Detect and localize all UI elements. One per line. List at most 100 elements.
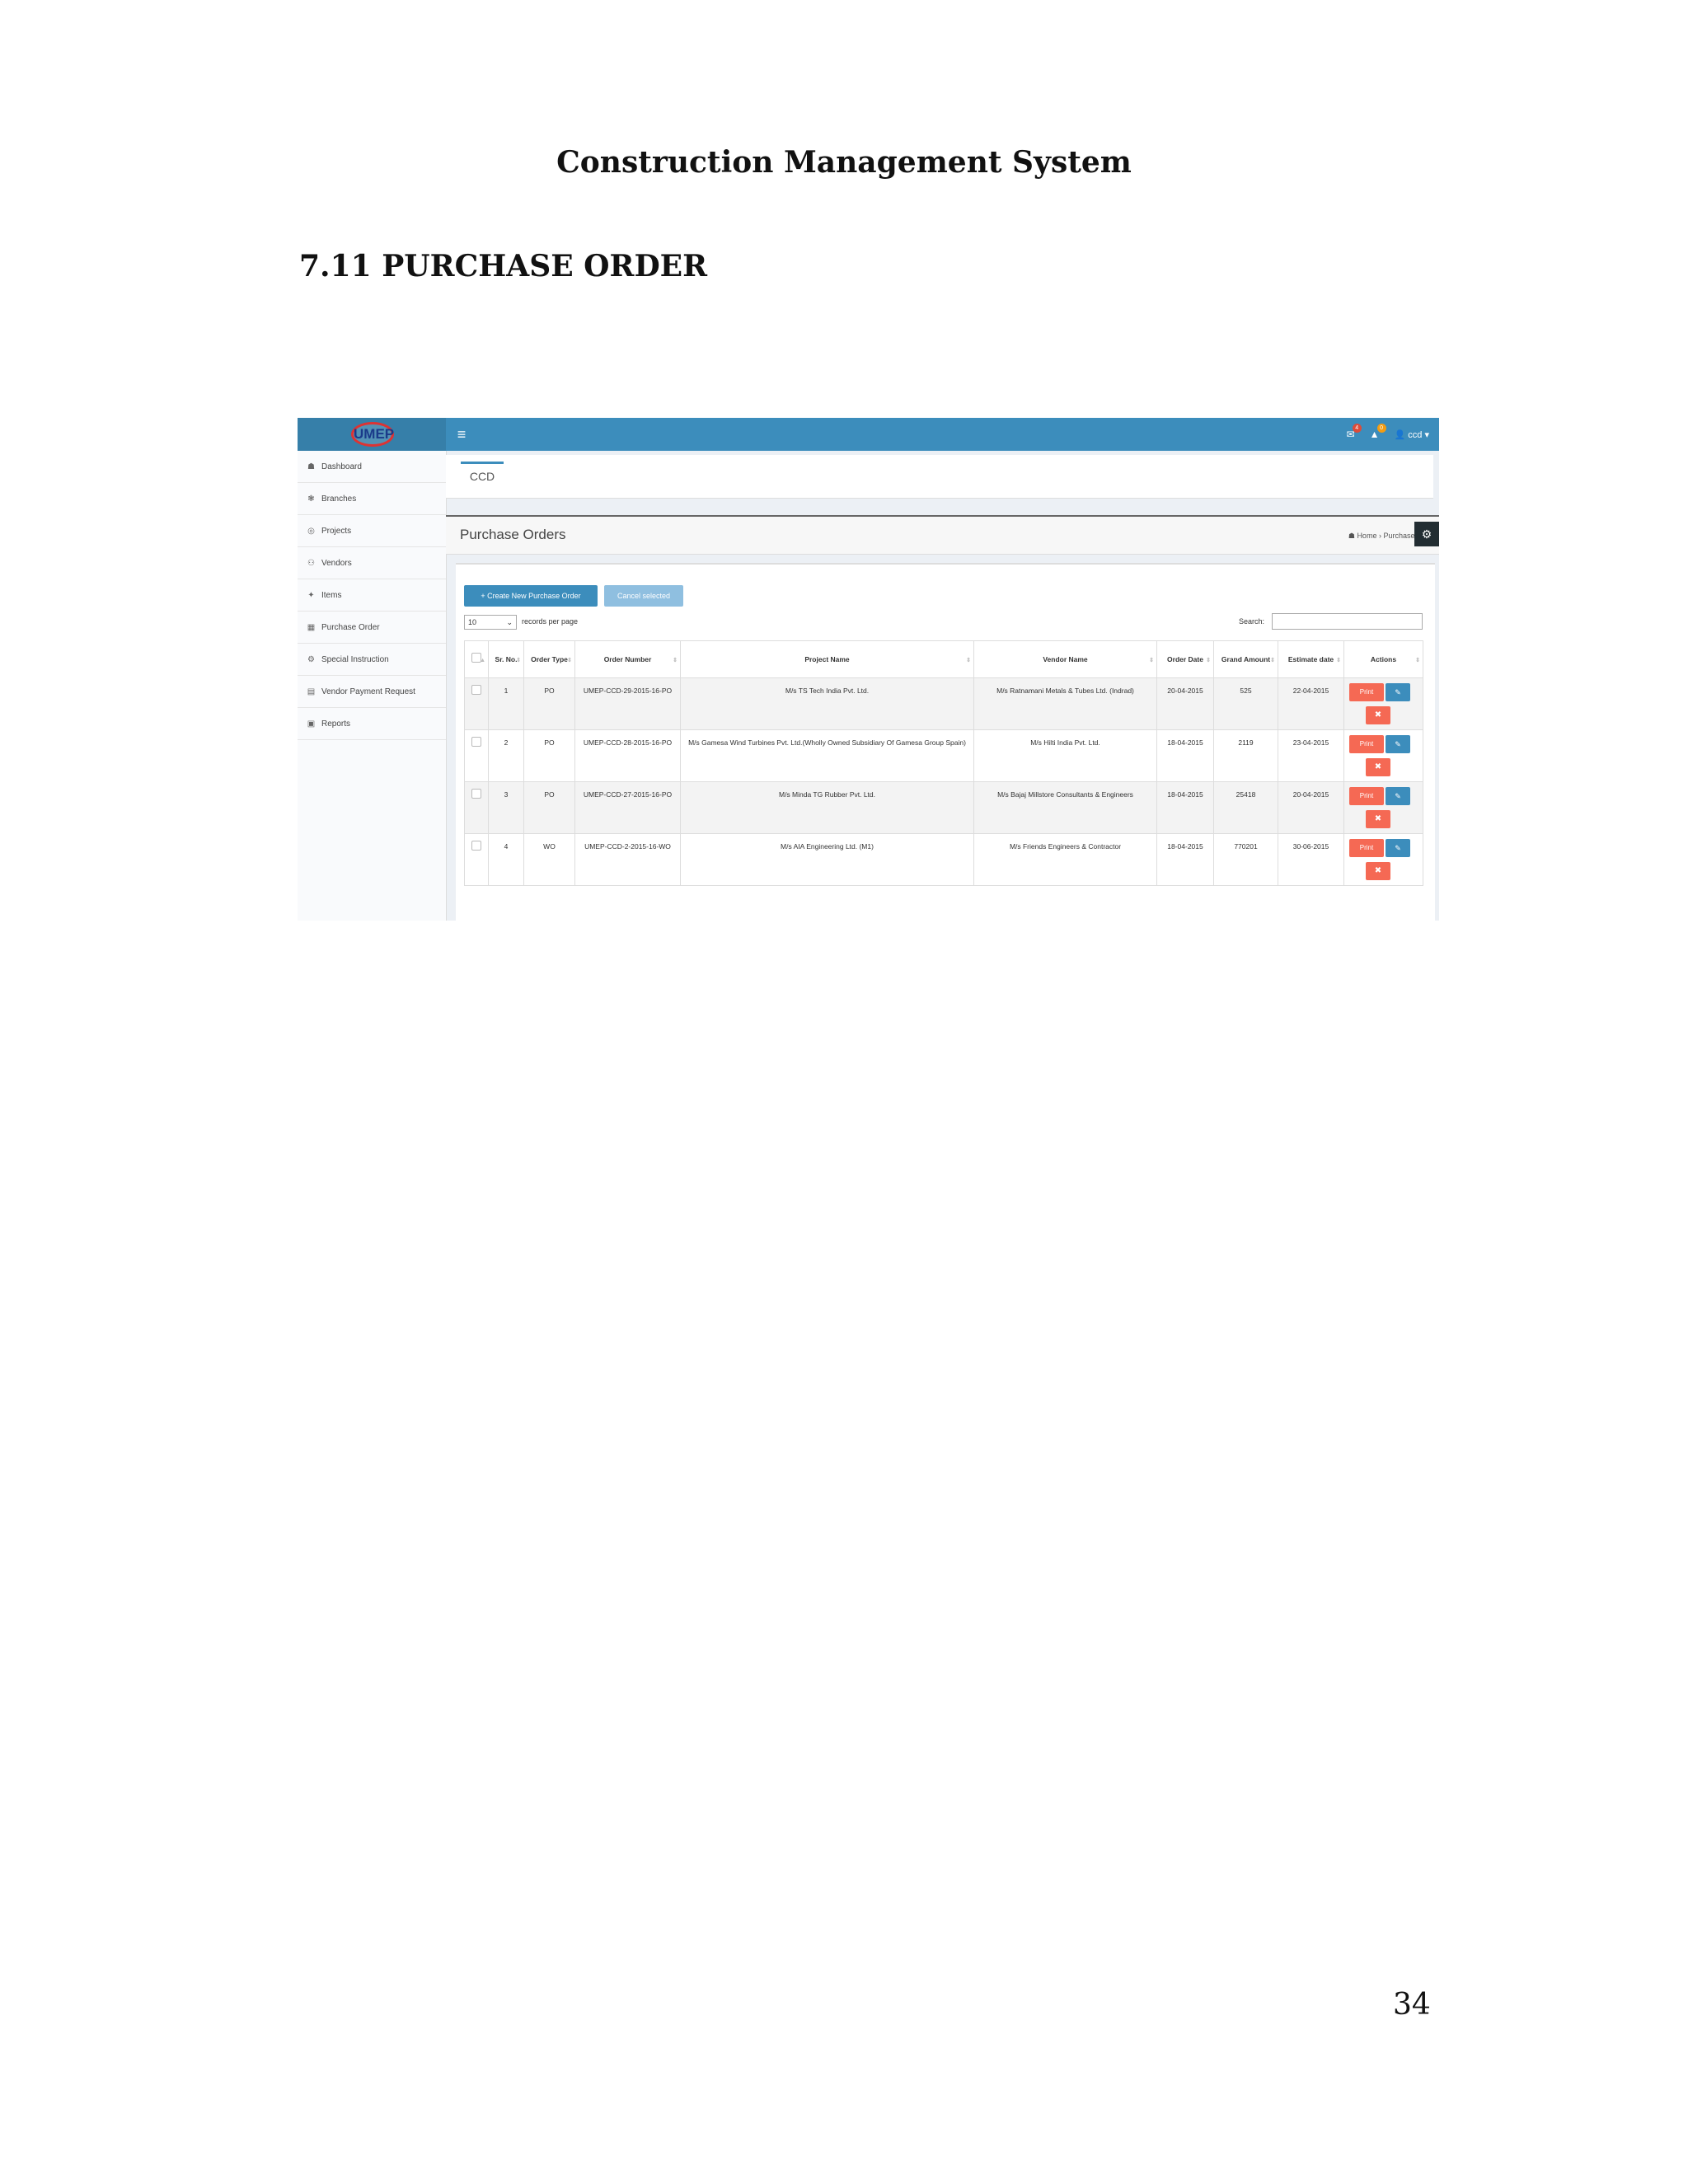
- bell-icon[interactable]: ▲ 0: [1370, 424, 1386, 440]
- company-logo: UMEP: [351, 422, 394, 447]
- sidebar-item-dashboard[interactable]: ☗ Dashboard: [298, 451, 446, 483]
- page-length-label: records per page: [522, 617, 579, 626]
- vendors-icon: ⚇: [307, 558, 315, 568]
- column-header[interactable]: Order Type ⇕: [523, 640, 575, 678]
- edit-icon[interactable]: ✎: [1386, 683, 1410, 701]
- row-checkbox[interactable]: [471, 685, 481, 695]
- reports-icon: ▣: [307, 719, 316, 729]
- delete-icon[interactable]: ✖: [1366, 706, 1390, 724]
- user-icon: 👤: [1394, 429, 1406, 440]
- column-header[interactable]: Grand Amount ⇕: [1213, 640, 1278, 678]
- delete-icon[interactable]: ✖: [1366, 810, 1390, 828]
- navbar-right: ✉ 4 ▲ 0 👤 ccd ▾: [1347, 418, 1429, 451]
- breadcrumb-home[interactable]: Home: [1357, 532, 1376, 540]
- delete-icon[interactable]: ✖: [1366, 758, 1390, 776]
- alerts-count-badge: 0: [1376, 424, 1386, 433]
- print-button[interactable]: Print: [1349, 787, 1384, 805]
- cell-sr: 3: [488, 781, 524, 834]
- home-icon: ☗: [1348, 532, 1355, 540]
- row-checkbox[interactable]: [471, 789, 481, 799]
- cell-amount: 25418: [1213, 781, 1278, 834]
- page-header: Purchase Orders ☗ Home › Purchase O ⚙: [446, 515, 1439, 555]
- edit-icon[interactable]: ✎: [1386, 787, 1410, 805]
- column-header[interactable]: Estimate date ⇕: [1278, 640, 1344, 678]
- branches-icon: ❃: [307, 494, 315, 504]
- cell-vendor: M/s Friends Engineers & Contractor: [973, 833, 1157, 886]
- search-input[interactable]: [1272, 613, 1423, 630]
- table-row: 1 PO UMEP-CCD-29-2015-16-PO M/s TS Tech …: [464, 677, 1423, 730]
- purchase-orders-box: + Create New Purchase Order Cancel selec…: [456, 563, 1435, 921]
- cell-amount: 525: [1213, 677, 1278, 730]
- column-header[interactable]: Order Number ⇕: [574, 640, 681, 678]
- sidebar-item-purchase-order[interactable]: ▦ Purchase Order: [298, 612, 446, 644]
- sidebar-item-reports[interactable]: ▣ Reports: [298, 708, 446, 740]
- page-length-value: 10: [468, 618, 477, 626]
- cell-type: WO: [523, 833, 575, 886]
- sidebar-item-vendors[interactable]: ⚇ Vendors: [298, 547, 446, 579]
- section-heading: 7.11 PURCHASE ORDER: [299, 249, 708, 284]
- menu-toggle-icon[interactable]: ≡: [452, 425, 471, 443]
- sidebar-item-label: Vendors: [321, 558, 352, 568]
- special-instruction-icon: ⚙: [307, 654, 315, 664]
- cell-project: M/s AIA Engineering Ltd. (M1): [680, 833, 974, 886]
- cell-project: M/s TS Tech India Pvt. Ltd.: [680, 677, 974, 730]
- sort-icon: ⇕: [516, 658, 521, 663]
- sidebar-item-items[interactable]: ✦ Items: [298, 579, 446, 612]
- delete-icon[interactable]: ✖: [1366, 862, 1390, 880]
- top-navbar: UMEP ≡ ✉ 4 ▲ 0 👤 ccd ▾: [298, 418, 1439, 451]
- sort-icon: ⇕: [1149, 658, 1154, 663]
- edit-icon[interactable]: ✎: [1386, 839, 1410, 857]
- row-checkbox[interactable]: [471, 841, 481, 851]
- column-header[interactable]: Project Name ⇕: [680, 640, 974, 678]
- cell-vendor: M/s Ratnamani Metals & Tubes Ltd. (Indra…: [973, 677, 1157, 730]
- sidebar-item-projects[interactable]: ◎ Projects: [298, 515, 446, 547]
- print-button[interactable]: Print: [1349, 735, 1384, 753]
- tab-ccd[interactable]: CCD: [461, 462, 504, 490]
- sort-icon: ⇕: [966, 658, 971, 663]
- row-actions: Print ✎ ✖: [1344, 785, 1423, 833]
- tab-bar: CCD: [446, 455, 1433, 499]
- cell-vendor: M/s Bajaj Millstore Consultants & Engine…: [973, 781, 1157, 834]
- print-button[interactable]: Print: [1349, 683, 1384, 701]
- messages-count-badge: 4: [1352, 424, 1362, 433]
- cell-type: PO: [523, 729, 575, 782]
- print-button[interactable]: Print: [1349, 839, 1384, 857]
- sidebar-item-label: Reports: [321, 719, 351, 729]
- sidebar-item-branches[interactable]: ❃ Branches: [298, 483, 446, 515]
- sort-icon: ▲: [480, 658, 485, 663]
- cell-date: 18-04-2015: [1156, 781, 1214, 834]
- column-header[interactable]: Order Date ⇕: [1156, 640, 1214, 678]
- column-header[interactable]: Vendor Name ⇕: [973, 640, 1157, 678]
- cell-date: 18-04-2015: [1156, 833, 1214, 886]
- logo-area[interactable]: UMEP: [298, 418, 446, 451]
- sidebar-item-special-instruction[interactable]: ⚙ Special Instruction: [298, 644, 446, 676]
- cell-sr: 4: [488, 833, 524, 886]
- create-purchase-order-button[interactable]: + Create New Purchase Order: [464, 585, 598, 607]
- sort-icon: ⇕: [673, 658, 678, 663]
- table-row: 2 PO UMEP-CCD-28-2015-16-PO M/s Gamesa W…: [464, 729, 1423, 782]
- cell-project: M/s Gamesa Wind Turbines Pvt. Ltd.(Wholl…: [680, 729, 974, 782]
- search-label: Search:: [1239, 617, 1265, 626]
- sidebar-item-label: Projects: [321, 526, 352, 536]
- sidebar-item-label: Branches: [321, 494, 357, 504]
- cell-sr: 1: [488, 677, 524, 730]
- gear-icon[interactable]: ⚙: [1414, 522, 1439, 546]
- user-menu[interactable]: 👤 ccd ▾: [1395, 429, 1429, 440]
- projects-icon: ◎: [307, 526, 315, 536]
- sort-icon: ⇕: [567, 658, 572, 663]
- select-all-header[interactable]: ▲: [464, 640, 489, 678]
- column-header[interactable]: Sr. No. ⇕: [488, 640, 524, 678]
- row-checkbox[interactable]: [471, 737, 481, 747]
- envelope-icon[interactable]: ✉ 4: [1347, 424, 1362, 440]
- page-length-select[interactable]: 10 ⌄: [464, 615, 517, 630]
- cancel-selected-button[interactable]: Cancel selected: [604, 585, 683, 607]
- vendor-payment-icon: ▤: [307, 687, 316, 696]
- document-title: Construction Management System: [556, 145, 1132, 180]
- sort-icon: ⇕: [1336, 658, 1341, 663]
- cell-number: UMEP-CCD-27-2015-16-PO: [574, 781, 681, 834]
- edit-icon[interactable]: ✎: [1386, 735, 1410, 753]
- sidebar-item-label: Purchase Order: [321, 622, 380, 632]
- sidebar-item-vendor-payment-request[interactable]: ▤ Vendor Payment Request: [298, 676, 446, 708]
- app-screenshot: UMEP ≡ ✉ 4 ▲ 0 👤 ccd ▾ ☗ Dashboard ❃ Branche…: [298, 418, 1439, 921]
- cell-vendor: M/s Hilti India Pvt. Ltd.: [973, 729, 1157, 782]
